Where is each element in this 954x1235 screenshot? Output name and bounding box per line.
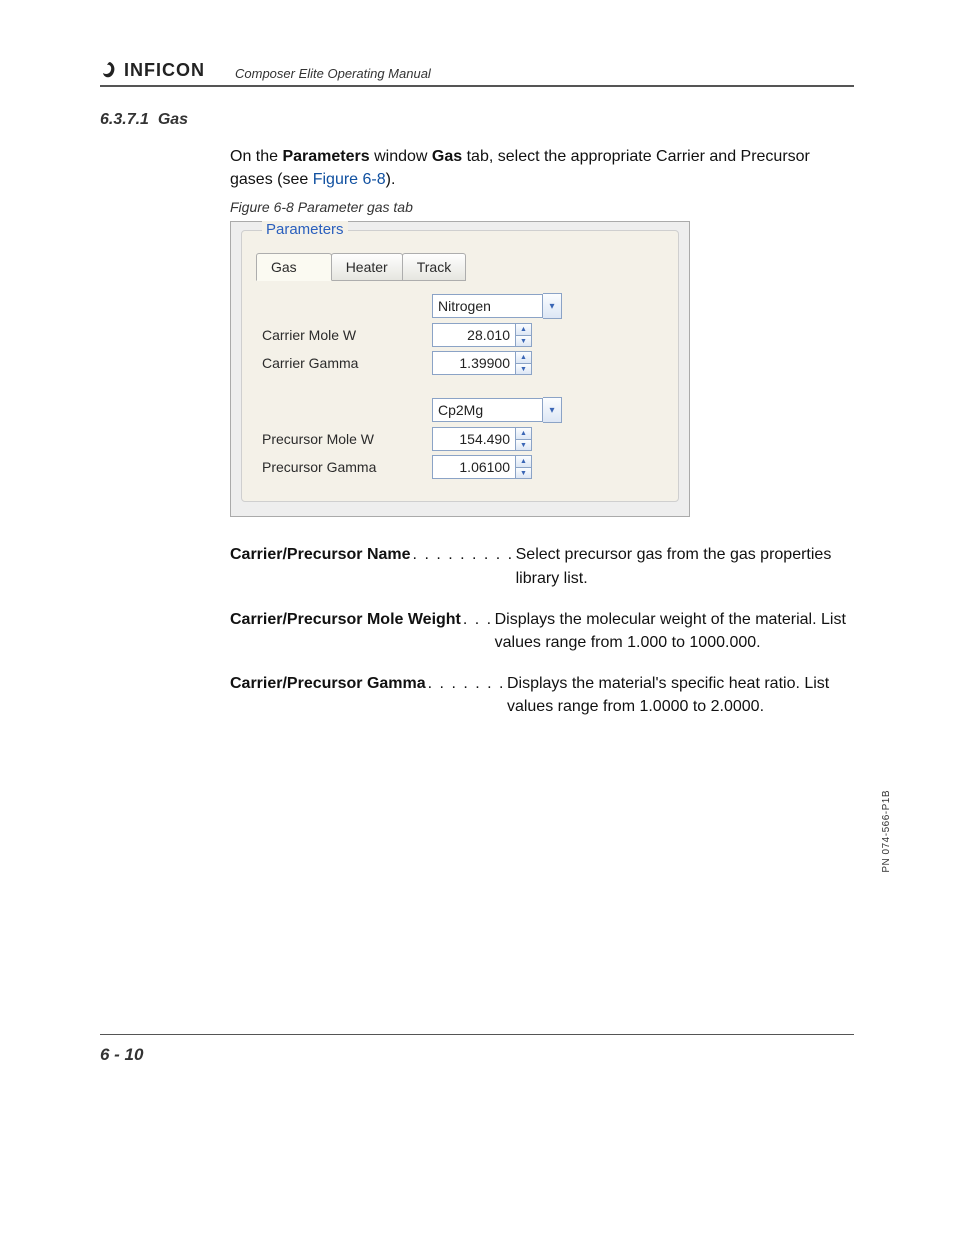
spin-up-icon[interactable]: ▲ xyxy=(516,427,532,440)
intro-paragraph: On the Parameters window Gas tab, select… xyxy=(230,145,854,191)
spin-up-icon[interactable]: ▲ xyxy=(516,351,532,364)
precursor-mole-value: 154.490 xyxy=(432,427,516,451)
definitions-list: Carrier/Precursor Name. . . . . . . . . … xyxy=(230,543,854,718)
spin-down-icon[interactable]: ▼ xyxy=(516,440,532,452)
figure-link[interactable]: Figure 6-8 xyxy=(313,171,386,188)
spin-down-icon[interactable]: ▼ xyxy=(516,364,532,376)
definition-term: Carrier/Precursor Mole Weight xyxy=(230,608,461,654)
carrier-gas-value: Nitrogen xyxy=(432,294,543,318)
carrier-mole-label: Carrier Mole W xyxy=(262,327,402,343)
precursor-gamma-label: Precursor Gamma xyxy=(262,459,402,475)
part-number: PN 074-566-P1B xyxy=(881,790,892,873)
definition-row: Carrier/Precursor Gamma . . . . . . . Di… xyxy=(230,672,854,718)
parameters-groupbox: Parameters Gas Heater Track Nitrogen ▾ xyxy=(241,230,679,502)
spin-up-icon[interactable]: ▲ xyxy=(516,323,532,336)
carrier-gas-select[interactable]: Nitrogen ▾ xyxy=(432,293,562,319)
manual-title: Composer Elite Operating Manual xyxy=(235,66,431,81)
brand-name: INFICON xyxy=(124,60,205,81)
page-header: INFICON Composer Elite Operating Manual xyxy=(100,60,854,87)
carrier-mole-value: 28.010 xyxy=(432,323,516,347)
page-number: 6 - 10 xyxy=(100,1045,854,1065)
figure-caption: Figure 6-8 Parameter gas tab xyxy=(230,199,854,215)
carrier-gamma-spinner[interactable]: 1.39900 ▲ ▼ xyxy=(432,351,532,375)
precursor-gamma-spinner[interactable]: 1.06100 ▲ ▼ xyxy=(432,455,532,479)
definition-term: Carrier/Precursor Gamma xyxy=(230,672,426,718)
definition-row: Carrier/Precursor Name. . . . . . . . . … xyxy=(230,543,854,589)
definition-desc: Displays the molecular weight of the mat… xyxy=(495,608,854,654)
tab-bar: Gas Heater Track xyxy=(256,253,664,281)
figure-frame: Parameters Gas Heater Track Nitrogen ▾ xyxy=(230,221,690,517)
groupbox-legend: Parameters xyxy=(262,221,348,238)
spin-down-icon[interactable]: ▼ xyxy=(516,468,532,480)
carrier-gamma-label: Carrier Gamma xyxy=(262,355,402,371)
logo-icon xyxy=(100,61,120,81)
precursor-gamma-value: 1.06100 xyxy=(432,455,516,479)
spin-up-icon[interactable]: ▲ xyxy=(516,455,532,468)
definition-term: Carrier/Precursor Name xyxy=(230,543,411,589)
page-footer: 6 - 10 xyxy=(100,1034,854,1065)
tab-track[interactable]: Track xyxy=(402,253,466,281)
definition-desc: Select precursor gas from the gas proper… xyxy=(516,543,854,589)
chevron-down-icon[interactable]: ▾ xyxy=(543,293,562,319)
precursor-gas-value: Cp2Mg xyxy=(432,398,543,422)
precursor-gas-select[interactable]: Cp2Mg ▾ xyxy=(432,397,562,423)
precursor-mole-label: Precursor Mole W xyxy=(262,431,402,447)
precursor-mole-spinner[interactable]: 154.490 ▲ ▼ xyxy=(432,427,532,451)
tab-heater[interactable]: Heater xyxy=(331,253,403,281)
section-heading: 6.3.7.1 Gas xyxy=(100,111,854,129)
spin-down-icon[interactable]: ▼ xyxy=(516,336,532,348)
tab-gas[interactable]: Gas xyxy=(256,253,332,281)
carrier-mole-spinner[interactable]: 28.010 ▲ ▼ xyxy=(432,323,532,347)
definition-row: Carrier/Precursor Mole Weight . . . Disp… xyxy=(230,608,854,654)
brand-logo: INFICON xyxy=(100,60,205,81)
definition-desc: Displays the material's specific heat ra… xyxy=(507,672,854,718)
chevron-down-icon[interactable]: ▾ xyxy=(543,397,562,423)
carrier-gamma-value: 1.39900 xyxy=(432,351,516,375)
